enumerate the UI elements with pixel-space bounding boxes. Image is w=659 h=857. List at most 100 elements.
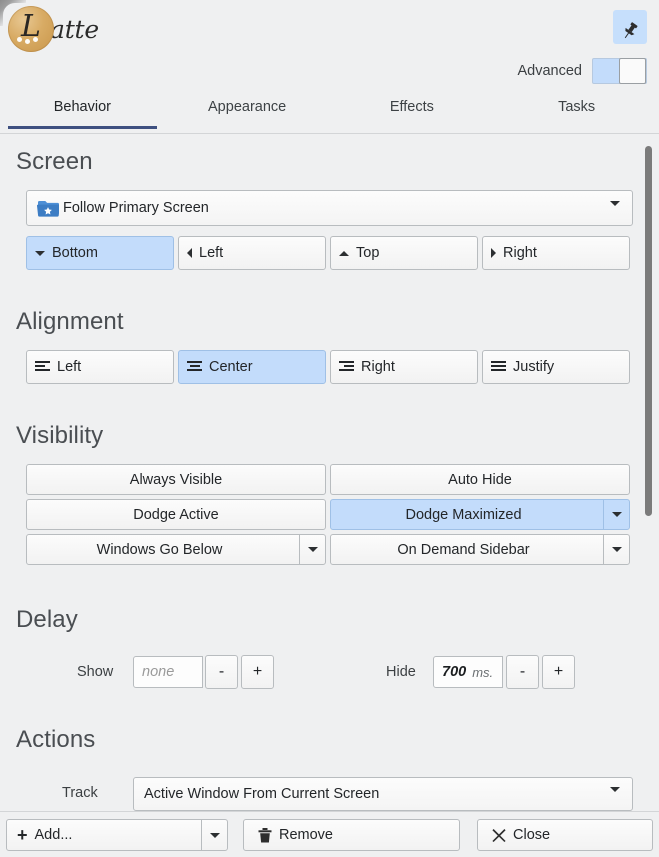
toggle-knob: [619, 58, 646, 84]
screen-select-value: Follow Primary Screen: [63, 200, 209, 216]
tab-tasks-label: Tasks: [558, 99, 596, 115]
latte-logo-icon: L: [8, 6, 54, 52]
visibility-on-demand-sidebar-menu-button[interactable]: [603, 535, 629, 564]
screen-edge-left-label: Left: [199, 245, 224, 261]
screen-edge-top-button[interactable]: Top: [330, 236, 478, 270]
delay-hide-increment-button[interactable]: +: [542, 655, 575, 689]
chevron-down-icon: [610, 201, 620, 222]
tab-appearance[interactable]: Appearance: [165, 92, 330, 134]
add-button[interactable]: + Add...: [6, 819, 228, 851]
add-button-label: Add...: [34, 827, 73, 843]
remove-button-label: Remove: [279, 827, 333, 843]
track-select-combobox[interactable]: Active Window From Current Screen: [133, 777, 633, 811]
visibility-windows-go-below-menu-button[interactable]: [299, 535, 325, 564]
delay-hide-value: 700: [442, 664, 467, 680]
settings-scroll-area[interactable]: Screen Follow Primary Screen Bottom Left…: [0, 134, 659, 812]
alignment-center-label: Center: [209, 359, 253, 375]
delay-show-decrement-label: -: [218, 663, 225, 680]
arrow-left-icon: [187, 248, 192, 258]
alignment-justify-button[interactable]: Justify: [482, 350, 630, 384]
visibility-windows-go-below-button[interactable]: Windows Go Below: [26, 534, 326, 565]
visibility-auto-hide-button[interactable]: Auto Hide: [330, 464, 630, 495]
align-justify-icon: [491, 360, 506, 374]
trash-icon: [258, 827, 272, 842]
advanced-label: Advanced: [517, 63, 583, 79]
chevron-down-icon: [307, 547, 318, 552]
latte-settings-window: L atte Advanced Behavior Appearance Effe…: [0, 0, 659, 857]
logo-letter: L: [21, 9, 41, 44]
delay-show-placeholder: none: [142, 664, 175, 680]
visibility-dodge-active-button[interactable]: Dodge Active: [26, 499, 326, 530]
app-branding: L atte: [8, 6, 99, 52]
delay-show-increment-button[interactable]: +: [241, 655, 274, 689]
section-title-actions: Actions: [16, 726, 96, 753]
close-button[interactable]: Close: [477, 819, 653, 851]
visibility-auto-hide-label: Auto Hide: [448, 471, 512, 488]
plus-icon: +: [17, 825, 28, 845]
delay-hide-label: Hide: [386, 664, 416, 680]
section-title-visibility: Visibility: [16, 422, 104, 449]
folder-star-icon: [36, 199, 60, 218]
delay-hide-decrement-button[interactable]: -: [506, 655, 539, 689]
tab-behavior-label: Behavior: [53, 99, 111, 115]
window-bottom-toolbar: + Add... Remove Close: [0, 812, 659, 857]
alignment-left-button[interactable]: Left: [26, 350, 174, 384]
chevron-down-icon: [610, 787, 620, 808]
screen-edge-right-button[interactable]: Right: [482, 236, 630, 270]
alignment-right-button[interactable]: Right: [330, 350, 478, 384]
delay-hide-decrement-label: -: [519, 663, 526, 680]
advanced-toggle-row: Advanced: [517, 58, 647, 84]
delay-show-increment-label: +: [252, 663, 263, 680]
remove-button[interactable]: Remove: [243, 819, 460, 851]
scrollbar-thumb[interactable]: [645, 146, 652, 516]
arrow-up-icon: [339, 250, 349, 256]
screen-edge-bottom-button[interactable]: Bottom: [26, 236, 174, 270]
alignment-left-label: Left: [57, 359, 82, 375]
pin-window-button[interactable]: [613, 10, 647, 44]
visibility-dodge-maximized-menu-button[interactable]: [603, 500, 629, 529]
screen-edge-right-label: Right: [503, 245, 537, 261]
visibility-always-visible-label: Always Visible: [129, 471, 223, 488]
align-right-icon: [339, 360, 354, 374]
delay-show-input[interactable]: none: [133, 656, 203, 688]
visibility-on-demand-sidebar-label: On Demand Sidebar: [397, 541, 530, 558]
delay-hide-input[interactable]: 700 ms.: [433, 656, 503, 688]
tab-behavior[interactable]: Behavior: [0, 92, 165, 134]
screen-edge-left-button[interactable]: Left: [178, 236, 326, 270]
window-header: L atte Advanced: [0, 0, 659, 92]
close-button-label: Close: [513, 827, 551, 843]
screen-select-combobox[interactable]: Follow Primary Screen: [26, 190, 633, 226]
advanced-toggle-switch[interactable]: [592, 58, 647, 84]
tab-effects[interactable]: Effects: [330, 92, 495, 134]
tab-tasks[interactable]: Tasks: [494, 92, 659, 134]
delay-hide-increment-label: +: [553, 663, 564, 680]
screen-edge-bottom-label: Bottom: [52, 245, 98, 261]
logo-dots: [17, 37, 45, 44]
arrow-down-icon: [35, 250, 45, 256]
section-title-screen: Screen: [16, 148, 93, 175]
visibility-always-visible-button[interactable]: Always Visible: [26, 464, 326, 495]
align-left-icon: [35, 360, 50, 374]
alignment-justify-label: Justify: [513, 359, 555, 375]
delay-show-decrement-button[interactable]: -: [205, 655, 238, 689]
close-x-icon: [492, 829, 506, 842]
arrow-right-icon: [491, 248, 496, 258]
chevron-down-icon: [209, 832, 220, 838]
alignment-center-button[interactable]: Center: [178, 350, 326, 384]
pushpin-icon: [624, 21, 638, 38]
visibility-dodge-active-label: Dodge Active: [133, 506, 219, 523]
visibility-on-demand-sidebar-button[interactable]: On Demand Sidebar: [330, 534, 630, 565]
section-title-delay: Delay: [16, 606, 78, 633]
delay-hide-unit: ms.: [472, 664, 494, 680]
section-title-alignment: Alignment: [16, 308, 124, 335]
app-name-text: atte: [50, 14, 99, 44]
visibility-dodge-maximized-button[interactable]: Dodge Maximized: [330, 499, 630, 530]
vertical-scrollbar[interactable]: [641, 140, 655, 812]
alignment-right-label: Right: [361, 359, 395, 375]
screen-edge-top-label: Top: [356, 245, 380, 261]
chevron-down-icon: [611, 512, 622, 517]
align-center-icon: [187, 360, 202, 374]
add-menu-button[interactable]: [201, 820, 227, 850]
tab-effects-label: Effects: [389, 99, 434, 115]
track-select-value: Active Window From Current Screen: [144, 786, 380, 802]
